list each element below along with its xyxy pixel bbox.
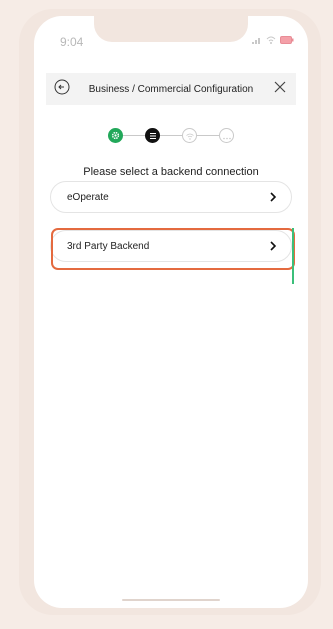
wifi-status-icon (266, 36, 276, 44)
close-button[interactable] (270, 79, 290, 99)
signal-icon (252, 36, 262, 44)
config-header: Business / Commercial Configuration (46, 73, 296, 105)
notch (94, 16, 248, 42)
battery-icon (280, 36, 294, 44)
option-eoperate[interactable]: eOperate (50, 181, 292, 213)
close-icon (273, 80, 287, 99)
step-upcoming (219, 128, 234, 143)
list-icon (149, 127, 157, 145)
status-icons (252, 36, 294, 44)
gear-icon (111, 127, 120, 145)
step-completed (108, 128, 123, 143)
progress-stepper (108, 128, 234, 144)
option-label: eOperate (67, 191, 109, 203)
backend-prompt: Please select a backend connection (83, 166, 259, 178)
selection-highlight (51, 228, 295, 270)
status-time: 9:04 (60, 35, 84, 49)
back-arrow-icon (54, 79, 70, 100)
ellipsis-icon (222, 127, 231, 145)
step-current (145, 128, 160, 143)
phone-screen: 9:04 Business / Commercial Configuration (34, 16, 308, 608)
back-button[interactable] (52, 79, 72, 99)
chevron-right-icon (269, 192, 277, 202)
page-title: Business / Commercial Configuration (88, 83, 254, 95)
step-connector (197, 135, 219, 136)
home-indicator (122, 599, 220, 601)
step-connector (160, 135, 182, 136)
step-upcoming (182, 128, 197, 143)
wifi-icon (185, 127, 194, 145)
focus-indicator (292, 228, 294, 284)
step-connector (123, 135, 145, 136)
